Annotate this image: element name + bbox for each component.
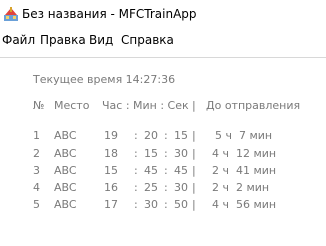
row-hour: 15 bbox=[104, 164, 118, 177]
row-place: ABC bbox=[54, 181, 77, 194]
menu-edit[interactable]: Правка bbox=[40, 30, 86, 50]
row-num: 4 bbox=[33, 181, 40, 194]
row-separator: | bbox=[192, 181, 196, 194]
header-num: № bbox=[33, 99, 45, 112]
row-num: 2 bbox=[33, 147, 40, 160]
row-hour: 16 bbox=[104, 181, 118, 194]
title-bar[interactable]: Без названия - MFCTrainApp bbox=[0, 0, 326, 28]
row-departure: 4 ч 12 мин bbox=[212, 147, 277, 160]
row-separator: | bbox=[192, 164, 196, 177]
train-app-icon bbox=[4, 7, 18, 21]
row-departure: 2 ч 2 мин bbox=[212, 181, 270, 194]
row-second: 30 bbox=[174, 181, 188, 194]
row-colon: : bbox=[164, 147, 168, 160]
row-colon: : bbox=[134, 198, 138, 211]
row-second: 15 bbox=[174, 129, 188, 142]
row-separator: | bbox=[192, 198, 196, 211]
window-title: Без названия - MFCTrainApp bbox=[22, 7, 197, 21]
row-hour: 18 bbox=[104, 147, 118, 160]
row-minute: 15 bbox=[144, 147, 158, 160]
row-colon: : bbox=[164, 164, 168, 177]
app-window: Без названия - MFCTrainApp Файл Правка В… bbox=[0, 0, 326, 246]
row-colon: : bbox=[134, 181, 138, 194]
header-place: Место bbox=[54, 99, 90, 112]
row-hour: 19 bbox=[104, 129, 118, 142]
row-departure: 2 ч 41 мин bbox=[212, 164, 277, 177]
row-num: 1 bbox=[33, 129, 40, 142]
row-colon: : bbox=[164, 198, 168, 211]
menu-view[interactable]: Вид bbox=[89, 30, 113, 50]
row-colon: : bbox=[134, 129, 138, 142]
menu-file[interactable]: Файл bbox=[2, 30, 35, 50]
row-separator: | bbox=[192, 129, 196, 142]
current-time-label: Текущее время 14:27:36 bbox=[33, 73, 176, 86]
row-place: ABC bbox=[54, 129, 77, 142]
header-departure: До отправления bbox=[206, 99, 301, 112]
row-colon: : bbox=[164, 129, 168, 142]
row-departure: 4 ч 56 мин bbox=[212, 198, 277, 211]
row-colon: : bbox=[134, 164, 138, 177]
row-place: ABC bbox=[54, 147, 77, 160]
row-minute: 30 bbox=[144, 198, 158, 211]
row-minute: 25 bbox=[144, 181, 158, 194]
row-place: ABC bbox=[54, 164, 77, 177]
row-second: 50 bbox=[174, 198, 188, 211]
row-colon: : bbox=[134, 147, 138, 160]
header-separator: | bbox=[192, 99, 196, 112]
header-time: Час : Мин : Сек bbox=[102, 99, 189, 112]
client-area: Текущее время 14:27:36 № Место Час : Мин… bbox=[0, 58, 326, 246]
row-minute: 20 bbox=[144, 129, 158, 142]
row-minute: 45 bbox=[144, 164, 158, 177]
row-colon: : bbox=[164, 181, 168, 194]
row-num: 3 bbox=[33, 164, 40, 177]
row-departure: 5 ч 7 мин bbox=[215, 129, 273, 142]
row-second: 45 bbox=[174, 164, 188, 177]
row-separator: | bbox=[192, 147, 196, 160]
menu-help[interactable]: Справка bbox=[121, 30, 174, 50]
row-num: 5 bbox=[33, 198, 40, 211]
row-place: ABC bbox=[54, 198, 77, 211]
row-hour: 17 bbox=[104, 198, 118, 211]
menu-bar: Файл Правка Вид Справка bbox=[0, 30, 326, 50]
row-second: 30 bbox=[174, 147, 188, 160]
